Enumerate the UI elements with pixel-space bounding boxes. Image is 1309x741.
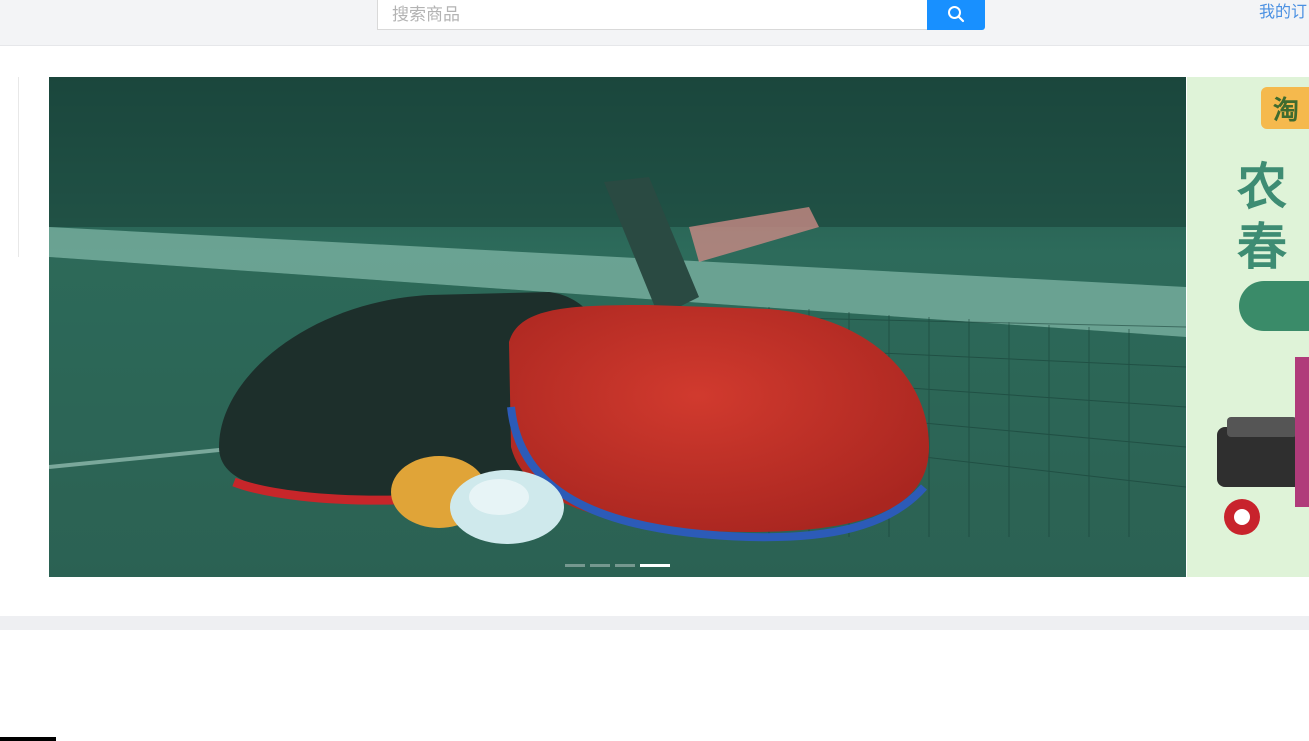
hero-banner: 淘 农 春: [0, 47, 1309, 616]
promo-title-line2: 春: [1237, 218, 1287, 276]
promo-badge-text: 淘: [1273, 96, 1300, 126]
top-bar: 我的订: [0, 0, 1309, 46]
my-orders-link[interactable]: 我的订: [1259, 0, 1307, 22]
carousel-indicators: [565, 564, 670, 568]
search-input[interactable]: [377, 0, 928, 30]
promo-cta-button[interactable]: [1239, 281, 1309, 331]
carousel-dot-2[interactable]: [590, 564, 610, 567]
carousel-slide-next[interactable]: 淘 农 春: [1187, 77, 1309, 577]
section-divider: [0, 616, 1309, 630]
section-marker: [0, 737, 56, 741]
search-icon: [948, 6, 965, 23]
content-section: [0, 630, 1309, 741]
carousel-dot-4[interactable]: [640, 564, 670, 567]
promo-product-image: [1217, 357, 1309, 535]
ping-pong-image: [49, 77, 1186, 577]
carousel-dot-1[interactable]: [565, 564, 585, 567]
carousel-dot-3[interactable]: [615, 564, 635, 567]
promo-badge: 淘: [1261, 87, 1309, 129]
carousel-slide-active[interactable]: [49, 77, 1186, 577]
category-panel-edge: [18, 77, 19, 257]
search-button[interactable]: [927, 0, 985, 30]
